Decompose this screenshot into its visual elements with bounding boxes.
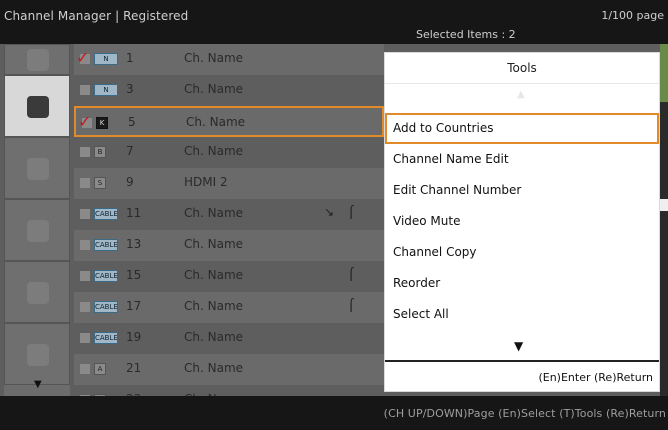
group-slot[interactable] <box>4 199 70 261</box>
channel-number: 15 <box>126 268 142 282</box>
channel-row[interactable]: A 21 Ch. Name <box>74 354 384 385</box>
group-slot-icon <box>27 344 49 366</box>
channel-number: 21 <box>126 361 142 375</box>
channel-name: Ch. Name <box>184 361 244 375</box>
right-edge-marker <box>660 199 668 211</box>
channel-name: Ch. Name <box>184 330 244 344</box>
channel-rows: ✓ N 1 Ch. Name N 3 Ch. Name ✓ K 5 Ch. Name B 7 Ch. Na… <box>74 44 384 406</box>
channel-number: 11 <box>126 206 142 220</box>
channel-name: Ch. Name <box>184 82 244 96</box>
tools-popup: Tools ▲ Add to Countries Channel Name Edi… <box>384 52 660 392</box>
channel-type-icon: CABLE <box>94 332 118 344</box>
channel-type-icon: N <box>94 84 118 96</box>
channel-type-icon: N <box>94 53 118 65</box>
right-edge-green-block <box>660 44 668 102</box>
row-checkbox[interactable] <box>80 178 90 188</box>
channel-name: Ch. Name <box>184 206 244 220</box>
channel-type-icon: CABLE <box>94 239 118 251</box>
group-slot[interactable] <box>4 137 70 199</box>
channel-name: Ch. Name <box>184 51 244 65</box>
channel-number: 13 <box>126 237 142 251</box>
tools-menu-item[interactable]: Video Mute <box>385 206 659 237</box>
tools-menu-item[interactable]: Edit Channel Number <box>385 175 659 206</box>
tools-menu-item[interactable]: Select All <box>385 299 659 330</box>
channel-name: Ch. Name <box>184 268 244 282</box>
row-status-icon-2: ⌠ <box>348 267 355 281</box>
selected-items-count: Selected Items : 2 <box>416 28 516 41</box>
channel-manager-screen: Channel Manager | Registered 1/100 page … <box>0 0 668 430</box>
group-slot-icon <box>27 158 49 180</box>
channel-row[interactable]: CABLE 19 Ch. Name <box>74 323 384 354</box>
page-indicator: 1/100 page <box>601 9 664 22</box>
channel-number: 17 <box>126 299 142 313</box>
checkmark-icon: ✓ <box>78 112 92 131</box>
channel-number: 7 <box>126 144 134 158</box>
channel-name: Ch. Name <box>186 115 246 129</box>
row-status-icon-1: ↘ <box>324 205 335 219</box>
channel-number: 5 <box>128 115 136 129</box>
row-checkbox[interactable] <box>80 271 90 281</box>
channel-number: 19 <box>126 330 142 344</box>
row-checkbox[interactable] <box>80 147 90 157</box>
screen-title: Channel Manager | Registered <box>4 9 189 23</box>
channel-row[interactable]: ✓ N 1 Ch. Name <box>74 44 384 75</box>
tools-scroll-down-icon[interactable]: ▼ <box>514 339 523 353</box>
checkmark-icon: ✓ <box>76 48 90 67</box>
group-slot[interactable] <box>4 261 70 323</box>
channel-number: 3 <box>126 82 134 96</box>
scroll-down-icon[interactable]: ▼ <box>34 379 42 390</box>
top-bar: Channel Manager | Registered 1/100 page … <box>0 0 668 44</box>
key-hints: (CH UP/DOWN)Page (En)Select (T)Tools (Re… <box>383 407 666 420</box>
channel-type-icon: CABLE <box>94 270 118 282</box>
tools-menu-item[interactable]: Add to Countries <box>385 113 659 144</box>
tools-scroll-up-icon[interactable]: ▲ <box>517 89 525 100</box>
row-checkbox[interactable] <box>80 333 90 343</box>
channel-type-icon: CABLE <box>94 301 118 313</box>
row-checkbox[interactable] <box>80 240 90 250</box>
tools-footer: (En)Enter (Re)Return <box>385 360 659 394</box>
channel-type-icon: S <box>94 177 106 189</box>
group-slot-active[interactable] <box>4 75 70 137</box>
channel-row[interactable]: CABLE 13 Ch. Name <box>74 230 384 261</box>
channel-row[interactable]: CABLE 17 Ch. Name ⌠ <box>74 292 384 323</box>
channel-type-icon: K <box>96 117 108 129</box>
channel-number: 9 <box>126 175 134 189</box>
tools-menu-item[interactable]: Reorder <box>385 268 659 299</box>
tools-menu-item[interactable]: Channel Name Edit <box>385 144 659 175</box>
group-slot[interactable] <box>4 323 70 385</box>
row-checkbox[interactable] <box>80 302 90 312</box>
tools-footer-hint: (En)Enter (Re)Return <box>538 371 653 384</box>
group-slot-icon <box>27 220 49 242</box>
channel-name: Ch. Name <box>184 299 244 313</box>
channel-type-icon: A <box>94 363 106 375</box>
group-slot-icon <box>27 96 49 118</box>
group-column: ▼ <box>4 44 70 396</box>
channel-row[interactable]: N 3 Ch. Name <box>74 75 384 106</box>
channel-row[interactable]: B 7 Ch. Name <box>74 137 384 168</box>
channel-name: Ch. Name <box>184 144 244 158</box>
channel-row[interactable]: S 9 HDMI 2 <box>74 168 384 199</box>
channel-name: HDMI 2 <box>184 175 228 189</box>
tools-menu-item[interactable]: Channel Copy <box>385 237 659 268</box>
group-slot-icon <box>27 49 49 71</box>
channel-number: 1 <box>126 51 134 65</box>
group-slot[interactable] <box>4 44 70 75</box>
right-edge-strip <box>660 44 668 396</box>
channel-row[interactable]: CABLE 11 Ch. Name ↘ ⌠ <box>74 199 384 230</box>
row-checkbox[interactable] <box>80 209 90 219</box>
group-slot-icon <box>27 282 49 304</box>
tools-title: Tools <box>385 53 659 84</box>
channel-row[interactable]: ✓ K 5 Ch. Name <box>74 106 384 137</box>
channel-type-icon: B <box>94 146 106 158</box>
bottom-bar: (CH UP/DOWN)Page (En)Select (T)Tools (Re… <box>0 396 668 430</box>
channel-row[interactable]: CABLE 15 Ch. Name ⌠ <box>74 261 384 292</box>
row-checkbox[interactable] <box>80 85 90 95</box>
row-checkbox[interactable] <box>80 364 90 374</box>
row-status-icon-2: ⌠ <box>348 205 355 219</box>
channel-type-icon: CABLE <box>94 208 118 220</box>
row-status-icon-2: ⌠ <box>348 298 355 312</box>
channel-name: Ch. Name <box>184 237 244 251</box>
